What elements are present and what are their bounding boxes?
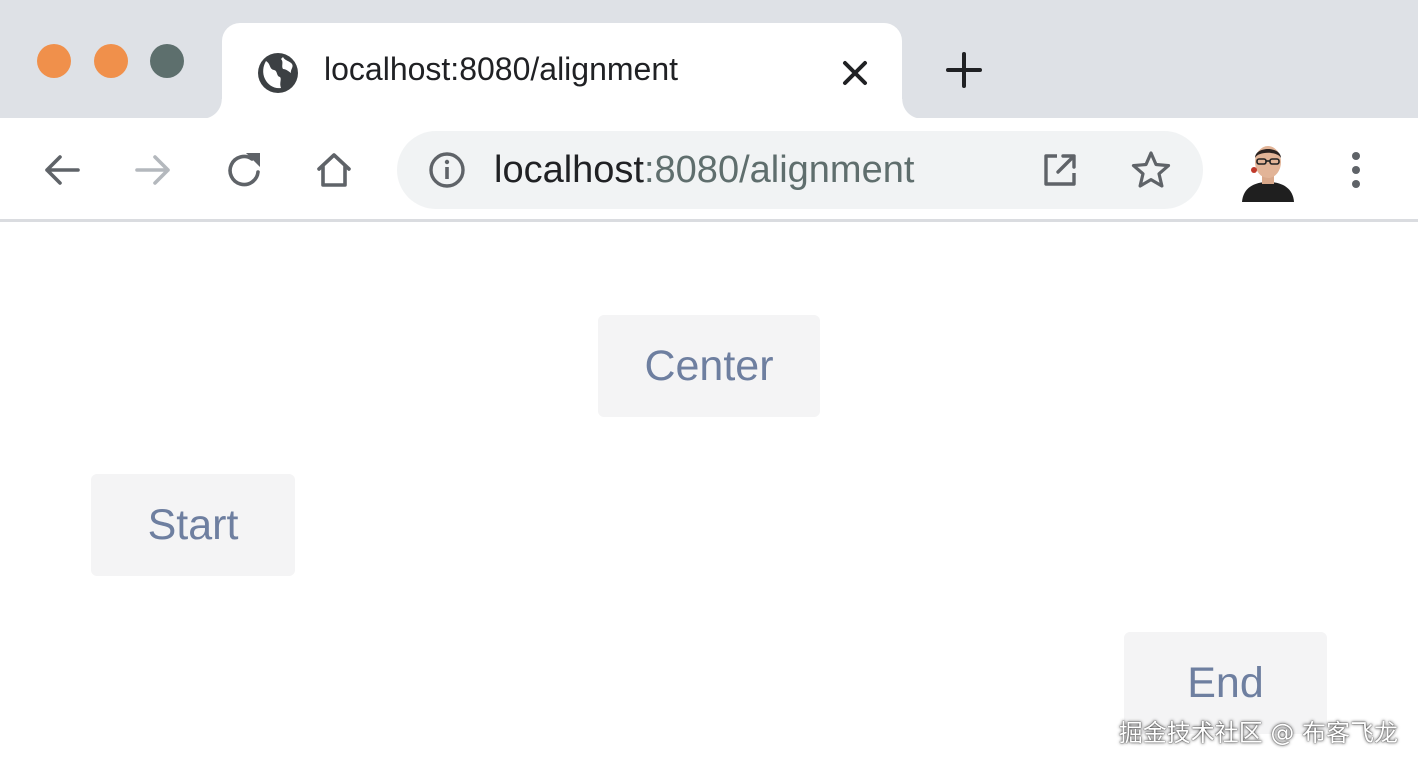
page-content: Center Start End [0,225,1418,768]
close-icon[interactable] [838,56,872,90]
globe-icon [258,53,298,93]
star-icon[interactable] [1130,149,1172,191]
arrow-right-icon[interactable] [131,148,175,192]
center-button[interactable]: Center [598,315,820,417]
address-url[interactable]: localhost:8080/alignment [494,149,914,192]
home-icon[interactable] [312,148,356,192]
plus-icon[interactable] [944,50,984,90]
open-external-icon[interactable] [1040,150,1080,190]
start-button[interactable]: Start [91,474,295,576]
browser-tab[interactable]: localhost:8080/alignment [202,23,922,119]
info-icon[interactable] [427,150,467,190]
reload-icon[interactable] [222,148,266,192]
browser-toolbar: localhost:8080/alignment [0,118,1418,222]
avatar[interactable] [1240,140,1296,202]
window-zoom-button[interactable] [150,44,184,78]
address-bar[interactable]: localhost:8080/alignment [397,131,1203,209]
url-path: :8080/alignment [643,149,915,191]
url-host: localhost [494,149,644,191]
kebab-menu-icon[interactable] [1336,148,1376,192]
watermark-text: 掘金技术社区 @ 布客飞龙 [1118,719,1398,747]
tab-title: localhost:8080/alignment [324,51,679,87]
arrow-left-icon[interactable] [40,148,84,192]
window-close-button[interactable] [37,44,71,78]
tab-strip: localhost:8080/alignment [0,0,1418,119]
window-minimize-button[interactable] [94,44,128,78]
